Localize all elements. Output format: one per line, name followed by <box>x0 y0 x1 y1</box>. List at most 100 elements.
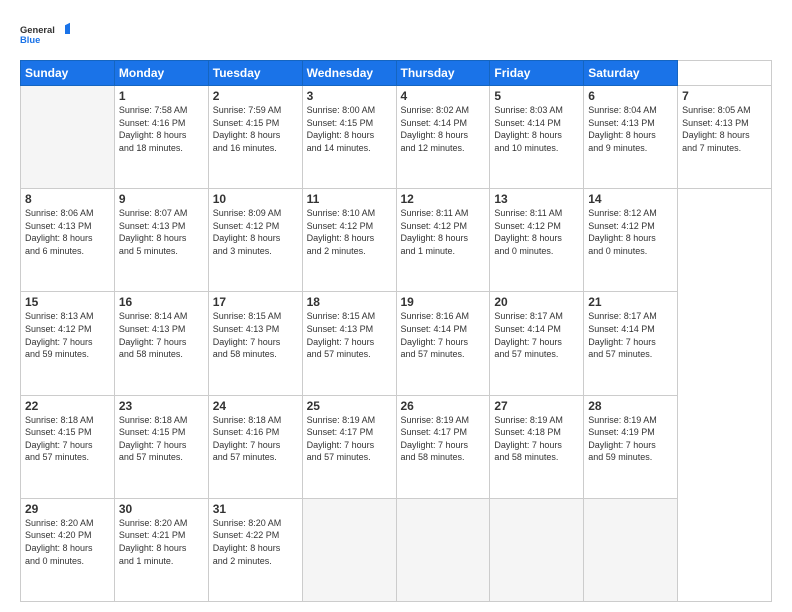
day-cell <box>584 498 678 601</box>
day-number: 1 <box>119 89 204 103</box>
day-cell: 21Sunrise: 8:17 AMSunset: 4:14 PMDayligh… <box>584 292 678 395</box>
day-cell: 31Sunrise: 8:20 AMSunset: 4:22 PMDayligh… <box>208 498 302 601</box>
day-cell: 7Sunrise: 8:05 AMSunset: 4:13 PMDaylight… <box>678 86 772 189</box>
day-info: Sunrise: 8:18 AMSunset: 4:15 PMDaylight:… <box>119 414 204 464</box>
day-info: Sunrise: 8:19 AMSunset: 4:17 PMDaylight:… <box>401 414 486 464</box>
day-info: Sunrise: 8:11 AMSunset: 4:12 PMDaylight:… <box>494 207 579 257</box>
day-cell: 12Sunrise: 8:11 AMSunset: 4:12 PMDayligh… <box>396 189 490 292</box>
svg-text:General: General <box>20 25 55 35</box>
day-cell: 15Sunrise: 8:13 AMSunset: 4:12 PMDayligh… <box>21 292 115 395</box>
day-cell: 5Sunrise: 8:03 AMSunset: 4:14 PMDaylight… <box>490 86 584 189</box>
day-cell: 17Sunrise: 8:15 AMSunset: 4:13 PMDayligh… <box>208 292 302 395</box>
day-number: 26 <box>401 399 486 413</box>
day-info: Sunrise: 7:59 AMSunset: 4:15 PMDaylight:… <box>213 104 298 154</box>
day-info: Sunrise: 8:10 AMSunset: 4:12 PMDaylight:… <box>307 207 392 257</box>
day-number: 22 <box>25 399 110 413</box>
week-row-5: 29Sunrise: 8:20 AMSunset: 4:20 PMDayligh… <box>21 498 772 601</box>
day-cell: 2Sunrise: 7:59 AMSunset: 4:15 PMDaylight… <box>208 86 302 189</box>
day-number: 4 <box>401 89 486 103</box>
day-cell: 19Sunrise: 8:16 AMSunset: 4:14 PMDayligh… <box>396 292 490 395</box>
week-row-2: 8Sunrise: 8:06 AMSunset: 4:13 PMDaylight… <box>21 189 772 292</box>
day-info: Sunrise: 8:19 AMSunset: 4:18 PMDaylight:… <box>494 414 579 464</box>
day-cell <box>396 498 490 601</box>
day-info: Sunrise: 8:17 AMSunset: 4:14 PMDaylight:… <box>494 310 579 360</box>
day-number: 13 <box>494 192 579 206</box>
col-header-tuesday: Tuesday <box>208 61 302 86</box>
day-number: 8 <box>25 192 110 206</box>
day-cell: 4Sunrise: 8:02 AMSunset: 4:14 PMDaylight… <box>396 86 490 189</box>
day-number: 30 <box>119 502 204 516</box>
day-info: Sunrise: 8:17 AMSunset: 4:14 PMDaylight:… <box>588 310 673 360</box>
day-cell: 1Sunrise: 7:58 AMSunset: 4:16 PMDaylight… <box>114 86 208 189</box>
week-row-3: 15Sunrise: 8:13 AMSunset: 4:12 PMDayligh… <box>21 292 772 395</box>
day-info: Sunrise: 8:07 AMSunset: 4:13 PMDaylight:… <box>119 207 204 257</box>
day-cell: 28Sunrise: 8:19 AMSunset: 4:19 PMDayligh… <box>584 395 678 498</box>
day-info: Sunrise: 8:13 AMSunset: 4:12 PMDaylight:… <box>25 310 110 360</box>
svg-text:Blue: Blue <box>20 35 40 45</box>
logo: General Blue <box>20 16 70 52</box>
day-cell: 20Sunrise: 8:17 AMSunset: 4:14 PMDayligh… <box>490 292 584 395</box>
day-info: Sunrise: 8:11 AMSunset: 4:12 PMDaylight:… <box>401 207 486 257</box>
col-header-wednesday: Wednesday <box>302 61 396 86</box>
day-number: 18 <box>307 295 392 309</box>
week-row-1: 1Sunrise: 7:58 AMSunset: 4:16 PMDaylight… <box>21 86 772 189</box>
col-header-saturday: Saturday <box>584 61 678 86</box>
day-cell: 27Sunrise: 8:19 AMSunset: 4:18 PMDayligh… <box>490 395 584 498</box>
day-info: Sunrise: 8:20 AMSunset: 4:22 PMDaylight:… <box>213 517 298 567</box>
empty-cell <box>21 86 115 189</box>
day-cell <box>490 498 584 601</box>
day-number: 10 <box>213 192 298 206</box>
day-cell: 11Sunrise: 8:10 AMSunset: 4:12 PMDayligh… <box>302 189 396 292</box>
day-info: Sunrise: 8:18 AMSunset: 4:15 PMDaylight:… <box>25 414 110 464</box>
day-cell: 25Sunrise: 8:19 AMSunset: 4:17 PMDayligh… <box>302 395 396 498</box>
day-info: Sunrise: 8:03 AMSunset: 4:14 PMDaylight:… <box>494 104 579 154</box>
day-info: Sunrise: 8:06 AMSunset: 4:13 PMDaylight:… <box>25 207 110 257</box>
calendar: SundayMondayTuesdayWednesdayThursdayFrid… <box>20 60 772 602</box>
day-number: 14 <box>588 192 673 206</box>
day-cell: 9Sunrise: 8:07 AMSunset: 4:13 PMDaylight… <box>114 189 208 292</box>
col-header-monday: Monday <box>114 61 208 86</box>
day-number: 9 <box>119 192 204 206</box>
day-number: 7 <box>682 89 767 103</box>
col-header-friday: Friday <box>490 61 584 86</box>
day-info: Sunrise: 8:05 AMSunset: 4:13 PMDaylight:… <box>682 104 767 154</box>
day-info: Sunrise: 8:20 AMSunset: 4:20 PMDaylight:… <box>25 517 110 567</box>
day-cell: 13Sunrise: 8:11 AMSunset: 4:12 PMDayligh… <box>490 189 584 292</box>
day-info: Sunrise: 8:14 AMSunset: 4:13 PMDaylight:… <box>119 310 204 360</box>
day-cell: 10Sunrise: 8:09 AMSunset: 4:12 PMDayligh… <box>208 189 302 292</box>
day-info: Sunrise: 7:58 AMSunset: 4:16 PMDaylight:… <box>119 104 204 154</box>
col-header-thursday: Thursday <box>396 61 490 86</box>
day-cell: 30Sunrise: 8:20 AMSunset: 4:21 PMDayligh… <box>114 498 208 601</box>
day-number: 28 <box>588 399 673 413</box>
day-cell: 18Sunrise: 8:15 AMSunset: 4:13 PMDayligh… <box>302 292 396 395</box>
day-number: 23 <box>119 399 204 413</box>
day-info: Sunrise: 8:09 AMSunset: 4:12 PMDaylight:… <box>213 207 298 257</box>
day-number: 12 <box>401 192 486 206</box>
logo-svg: General Blue <box>20 16 70 52</box>
day-cell: 22Sunrise: 8:18 AMSunset: 4:15 PMDayligh… <box>21 395 115 498</box>
day-info: Sunrise: 8:00 AMSunset: 4:15 PMDaylight:… <box>307 104 392 154</box>
day-cell: 6Sunrise: 8:04 AMSunset: 4:13 PMDaylight… <box>584 86 678 189</box>
day-info: Sunrise: 8:16 AMSunset: 4:14 PMDaylight:… <box>401 310 486 360</box>
header: General Blue <box>20 16 772 52</box>
day-info: Sunrise: 8:19 AMSunset: 4:19 PMDaylight:… <box>588 414 673 464</box>
day-number: 5 <box>494 89 579 103</box>
day-number: 31 <box>213 502 298 516</box>
day-info: Sunrise: 8:04 AMSunset: 4:13 PMDaylight:… <box>588 104 673 154</box>
day-cell: 26Sunrise: 8:19 AMSunset: 4:17 PMDayligh… <box>396 395 490 498</box>
day-number: 21 <box>588 295 673 309</box>
day-cell: 23Sunrise: 8:18 AMSunset: 4:15 PMDayligh… <box>114 395 208 498</box>
day-number: 25 <box>307 399 392 413</box>
day-number: 6 <box>588 89 673 103</box>
day-cell <box>302 498 396 601</box>
day-cell: 3Sunrise: 8:00 AMSunset: 4:15 PMDaylight… <box>302 86 396 189</box>
day-info: Sunrise: 8:19 AMSunset: 4:17 PMDaylight:… <box>307 414 392 464</box>
day-info: Sunrise: 8:18 AMSunset: 4:16 PMDaylight:… <box>213 414 298 464</box>
day-number: 27 <box>494 399 579 413</box>
day-cell: 24Sunrise: 8:18 AMSunset: 4:16 PMDayligh… <box>208 395 302 498</box>
day-number: 29 <box>25 502 110 516</box>
day-info: Sunrise: 8:20 AMSunset: 4:21 PMDaylight:… <box>119 517 204 567</box>
day-number: 11 <box>307 192 392 206</box>
day-number: 24 <box>213 399 298 413</box>
day-number: 3 <box>307 89 392 103</box>
